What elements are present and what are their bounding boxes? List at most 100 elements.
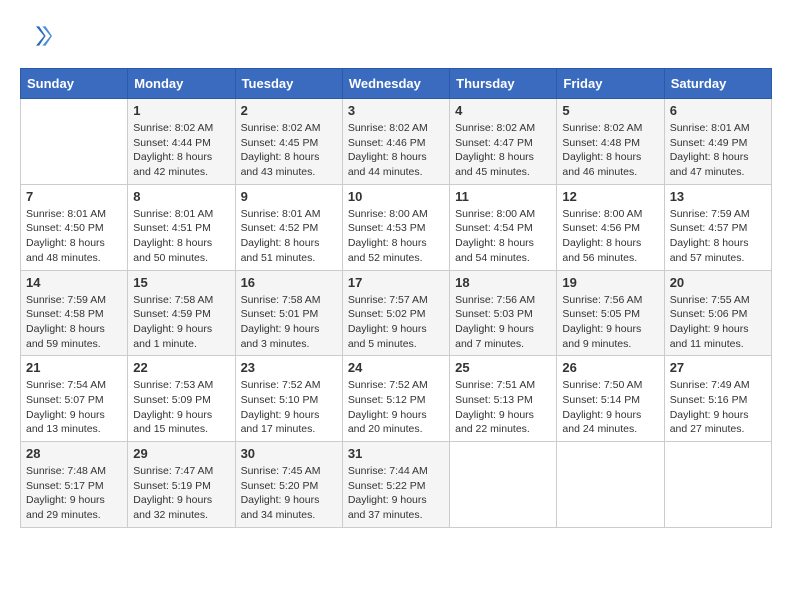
day-number: 19 <box>562 275 658 290</box>
calendar-cell: 4 Sunrise: 8:02 AM Sunset: 4:47 PM Daylig… <box>450 99 557 185</box>
calendar-cell: 18Sunrise: 7:56 AM Sunset: 5:03 PM Dayli… <box>450 270 557 356</box>
day-info: Sunrise: 7:58 AM Sunset: 4:59 PM Dayligh… <box>133 293 229 352</box>
day-number: 3 <box>348 103 444 118</box>
calendar-cell: 5 Sunrise: 8:02 AM Sunset: 4:48 PM Daylig… <box>557 99 664 185</box>
day-number: 11 <box>455 189 551 204</box>
day-number: 9 <box>241 189 337 204</box>
day-info: Sunrise: 8:02 AM Sunset: 4:48 PM Dayligh… <box>562 121 658 180</box>
calendar-cell: 3 Sunrise: 8:02 AM Sunset: 4:46 PM Daylig… <box>342 99 449 185</box>
calendar-cell: 1 Sunrise: 8:02 AM Sunset: 4:44 PM Daylig… <box>128 99 235 185</box>
day-info: Sunrise: 8:02 AM Sunset: 4:44 PM Dayligh… <box>133 121 229 180</box>
week-row: 1 Sunrise: 8:02 AM Sunset: 4:44 PM Daylig… <box>21 99 772 185</box>
day-info: Sunrise: 8:01 AM Sunset: 4:49 PM Dayligh… <box>670 121 766 180</box>
day-info: Sunrise: 8:02 AM Sunset: 4:47 PM Dayligh… <box>455 121 551 180</box>
day-info: Sunrise: 7:56 AM Sunset: 5:03 PM Dayligh… <box>455 293 551 352</box>
day-number: 26 <box>562 360 658 375</box>
logo-icon <box>20 20 52 52</box>
day-number: 17 <box>348 275 444 290</box>
column-header-monday: Monday <box>128 69 235 99</box>
calendar-cell: 8 Sunrise: 8:01 AM Sunset: 4:51 PM Daylig… <box>128 184 235 270</box>
column-header-tuesday: Tuesday <box>235 69 342 99</box>
day-number: 21 <box>26 360 122 375</box>
calendar-cell: 16 Sunrise: 7:58 AM Sunset: 5:01 PM Dayli… <box>235 270 342 356</box>
day-info: Sunrise: 8:01 AM Sunset: 4:51 PM Dayligh… <box>133 207 229 266</box>
day-number: 7 <box>26 189 122 204</box>
day-info: Sunrise: 7:57 AM Sunset: 5:02 PM Dayligh… <box>348 293 444 352</box>
day-info: Sunrise: 7:48 AM Sunset: 5:17 PM Dayligh… <box>26 464 122 523</box>
calendar-cell: 14 Sunrise: 7:59 AM Sunset: 4:58 PM Dayli… <box>21 270 128 356</box>
day-info: Sunrise: 8:00 AM Sunset: 4:53 PM Dayligh… <box>348 207 444 266</box>
day-info: Sunrise: 7:55 AM Sunset: 5:06 PM Dayligh… <box>670 293 766 352</box>
calendar-cell <box>557 442 664 528</box>
day-number: 14 <box>26 275 122 290</box>
week-row: 28 Sunrise: 7:48 AM Sunset: 5:17 PM Dayli… <box>21 442 772 528</box>
day-info: Sunrise: 7:49 AM Sunset: 5:16 PM Dayligh… <box>670 378 766 437</box>
day-info: Sunrise: 7:59 AM Sunset: 4:57 PM Dayligh… <box>670 207 766 266</box>
calendar-cell: 29Sunrise: 7:47 AM Sunset: 5:19 PM Dayli… <box>128 442 235 528</box>
column-header-saturday: Saturday <box>664 69 771 99</box>
calendar-cell: 25 Sunrise: 7:51 AM Sunset: 5:13 PM Dayli… <box>450 356 557 442</box>
day-number: 28 <box>26 446 122 461</box>
page-header <box>20 20 772 52</box>
week-row: 21 Sunrise: 7:54 AM Sunset: 5:07 PM Dayli… <box>21 356 772 442</box>
day-number: 22 <box>133 360 229 375</box>
day-number: 6 <box>670 103 766 118</box>
day-number: 1 <box>133 103 229 118</box>
calendar-cell: 24 Sunrise: 7:52 AM Sunset: 5:12 PM Dayli… <box>342 356 449 442</box>
day-info: Sunrise: 8:01 AM Sunset: 4:50 PM Dayligh… <box>26 207 122 266</box>
calendar-cell: 19 Sunrise: 7:56 AM Sunset: 5:05 PM Dayli… <box>557 270 664 356</box>
day-info: Sunrise: 7:47 AM Sunset: 5:19 PM Dayligh… <box>133 464 229 523</box>
week-row: 7 Sunrise: 8:01 AM Sunset: 4:50 PM Daylig… <box>21 184 772 270</box>
calendar-cell: 17 Sunrise: 7:57 AM Sunset: 5:02 PM Dayli… <box>342 270 449 356</box>
calendar-cell: 22 Sunrise: 7:53 AM Sunset: 5:09 PM Dayli… <box>128 356 235 442</box>
logo <box>20 20 56 52</box>
calendar-cell: 10 Sunrise: 8:00 AM Sunset: 4:53 PM Dayli… <box>342 184 449 270</box>
day-info: Sunrise: 7:59 AM Sunset: 4:58 PM Dayligh… <box>26 293 122 352</box>
day-info: Sunrise: 8:02 AM Sunset: 4:46 PM Dayligh… <box>348 121 444 180</box>
day-info: Sunrise: 8:00 AM Sunset: 4:56 PM Dayligh… <box>562 207 658 266</box>
day-info: Sunrise: 7:45 AM Sunset: 5:20 PM Dayligh… <box>241 464 337 523</box>
calendar-cell: 9 Sunrise: 8:01 AM Sunset: 4:52 PM Daylig… <box>235 184 342 270</box>
day-number: 24 <box>348 360 444 375</box>
day-info: Sunrise: 7:52 AM Sunset: 5:12 PM Dayligh… <box>348 378 444 437</box>
day-number: 31 <box>348 446 444 461</box>
calendar-cell: 21 Sunrise: 7:54 AM Sunset: 5:07 PM Dayli… <box>21 356 128 442</box>
day-number: 10 <box>348 189 444 204</box>
day-info: Sunrise: 7:54 AM Sunset: 5:07 PM Dayligh… <box>26 378 122 437</box>
calendar-cell: 30 Sunrise: 7:45 AM Sunset: 5:20 PM Dayli… <box>235 442 342 528</box>
calendar-table: SundayMondayTuesdayWednesdayThursdayFrid… <box>20 68 772 528</box>
day-number: 5 <box>562 103 658 118</box>
day-info: Sunrise: 7:52 AM Sunset: 5:10 PM Dayligh… <box>241 378 337 437</box>
calendar-cell: 12Sunrise: 8:00 AM Sunset: 4:56 PM Dayli… <box>557 184 664 270</box>
day-info: Sunrise: 7:44 AM Sunset: 5:22 PM Dayligh… <box>348 464 444 523</box>
column-header-wednesday: Wednesday <box>342 69 449 99</box>
day-info: Sunrise: 7:56 AM Sunset: 5:05 PM Dayligh… <box>562 293 658 352</box>
calendar-cell: 28 Sunrise: 7:48 AM Sunset: 5:17 PM Dayli… <box>21 442 128 528</box>
day-info: Sunrise: 8:01 AM Sunset: 4:52 PM Dayligh… <box>241 207 337 266</box>
day-info: Sunrise: 7:50 AM Sunset: 5:14 PM Dayligh… <box>562 378 658 437</box>
calendar-cell: 27 Sunrise: 7:49 AM Sunset: 5:16 PM Dayli… <box>664 356 771 442</box>
calendar-cell: 7 Sunrise: 8:01 AM Sunset: 4:50 PM Daylig… <box>21 184 128 270</box>
calendar-cell: 23 Sunrise: 7:52 AM Sunset: 5:10 PM Dayli… <box>235 356 342 442</box>
column-header-thursday: Thursday <box>450 69 557 99</box>
calendar-cell <box>21 99 128 185</box>
day-info: Sunrise: 8:02 AM Sunset: 4:45 PM Dayligh… <box>241 121 337 180</box>
day-info: Sunrise: 7:53 AM Sunset: 5:09 PM Dayligh… <box>133 378 229 437</box>
day-number: 4 <box>455 103 551 118</box>
day-number: 30 <box>241 446 337 461</box>
calendar-cell: 26 Sunrise: 7:50 AM Sunset: 5:14 PM Dayli… <box>557 356 664 442</box>
day-info: Sunrise: 7:51 AM Sunset: 5:13 PM Dayligh… <box>455 378 551 437</box>
day-number: 25 <box>455 360 551 375</box>
column-header-friday: Friday <box>557 69 664 99</box>
calendar-cell: 11Sunrise: 8:00 AM Sunset: 4:54 PM Dayli… <box>450 184 557 270</box>
day-number: 13 <box>670 189 766 204</box>
week-row: 14 Sunrise: 7:59 AM Sunset: 4:58 PM Dayli… <box>21 270 772 356</box>
calendar-cell: 6 Sunrise: 8:01 AM Sunset: 4:49 PM Daylig… <box>664 99 771 185</box>
day-number: 27 <box>670 360 766 375</box>
day-info: Sunrise: 7:58 AM Sunset: 5:01 PM Dayligh… <box>241 293 337 352</box>
day-number: 16 <box>241 275 337 290</box>
day-number: 8 <box>133 189 229 204</box>
day-number: 23 <box>241 360 337 375</box>
calendar-cell: 2Sunrise: 8:02 AM Sunset: 4:45 PM Daylig… <box>235 99 342 185</box>
calendar-cell: 15Sunrise: 7:58 AM Sunset: 4:59 PM Dayli… <box>128 270 235 356</box>
